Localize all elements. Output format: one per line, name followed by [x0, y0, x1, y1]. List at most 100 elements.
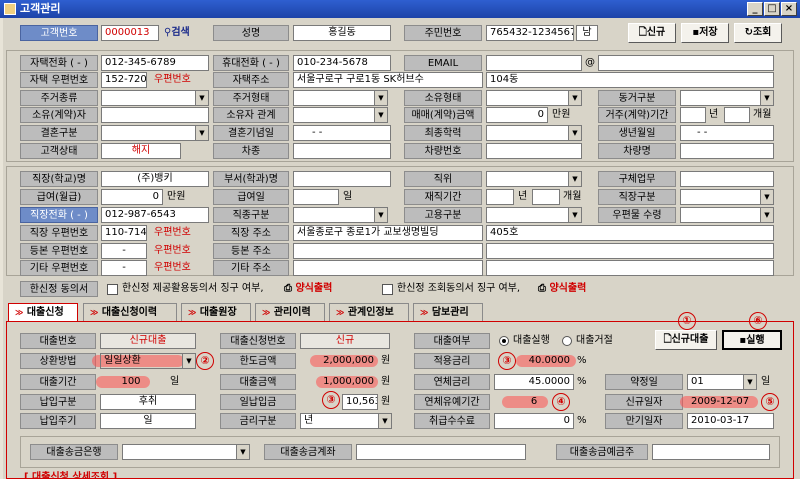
residence-month-field[interactable] — [724, 107, 750, 123]
close-button[interactable]: × — [781, 2, 797, 16]
consent-check-2[interactable] — [382, 284, 393, 295]
amount-field[interactable]: 1,000,000 — [300, 374, 378, 390]
name-field[interactable]: 홍길동 — [293, 25, 391, 41]
home-addr2-field[interactable]: 104동 — [486, 72, 774, 88]
consent-check-1[interactable] — [107, 284, 118, 295]
etc-zip-field[interactable]: - — [101, 260, 147, 276]
rate-type-select[interactable]: 년 ▼ — [300, 413, 392, 429]
chevron-down-icon: ▼ — [568, 126, 581, 140]
remit-holder-field[interactable] — [652, 444, 770, 460]
ownership-select[interactable]: ▼ — [486, 90, 582, 106]
position-select[interactable]: ▼ — [486, 171, 582, 187]
payday-field[interactable] — [293, 189, 339, 205]
tab-loan-application[interactable]: ≫ 대출신청 — [8, 303, 78, 322]
fee-field[interactable]: 0 — [494, 413, 574, 429]
contract-amt-field[interactable]: 0 — [486, 107, 548, 123]
etc-zip-button[interactable]: 우편번호 — [154, 260, 191, 276]
owner-rel-select[interactable]: ▼ — [293, 107, 388, 123]
etc-addr2-field[interactable] — [486, 260, 774, 276]
maximize-button[interactable]: □ — [764, 2, 780, 16]
tenure-month-field[interactable] — [532, 189, 560, 205]
tab-collateral[interactable]: ≫ 담보관리 — [413, 303, 483, 322]
search-button[interactable]: ⚲검색 — [164, 25, 190, 41]
amount-unit: 원 — [381, 376, 391, 387]
company-field[interactable]: (주)뱅키 — [101, 171, 209, 187]
dept-field[interactable] — [293, 171, 391, 187]
job-type-select[interactable]: ▼ — [680, 189, 774, 205]
residence-form-label: 주거형태 — [213, 90, 289, 106]
gender-field[interactable]: 남 — [576, 25, 598, 41]
execute-button[interactable]: ▪실행 — [722, 330, 782, 350]
home-zip-label: 자택 우편번호 — [20, 72, 98, 88]
marital-select[interactable]: ▼ — [101, 125, 209, 141]
home-zip-field[interactable]: 152-720 — [101, 72, 147, 88]
reg-zip-button[interactable]: 우편번호 — [154, 243, 191, 259]
owner-field[interactable] — [101, 107, 209, 123]
daily-pay-field[interactable]: 10,563 — [342, 394, 378, 410]
annotation-1: ① — [678, 312, 696, 330]
period-label: 대출기간 — [20, 374, 96, 390]
new-button[interactable]: 🗋신규 — [628, 23, 676, 43]
residence-year-field[interactable] — [680, 107, 706, 123]
pay-cycle-field[interactable]: 일 — [100, 413, 196, 429]
tenure-year-field[interactable] — [486, 189, 514, 205]
tab-loan-ledger[interactable]: ≫ 대출원장 — [181, 303, 251, 322]
mail-recv-select[interactable]: ▼ — [680, 207, 774, 223]
app-no-label: 대출신청번호 — [220, 333, 296, 349]
reg-addr-field[interactable] — [293, 243, 483, 259]
overdue-rate-field[interactable]: 45.0000 — [494, 374, 574, 390]
tab-related-persons[interactable]: ≫ 관계인정보 — [329, 303, 409, 322]
customer-no-field[interactable]: 0000013 — [101, 25, 159, 41]
car-type-field[interactable] — [293, 143, 391, 159]
work-addr2-field[interactable]: 405호 — [486, 225, 774, 241]
home-phone-field[interactable]: 012-345-6789 — [101, 55, 209, 71]
home-addr-field[interactable]: 서울구로구 구로1동 SK허브수 — [293, 72, 483, 88]
residence-form-select[interactable]: ▼ — [293, 90, 388, 106]
car-no-field[interactable] — [486, 143, 582, 159]
exec-radio[interactable] — [499, 336, 509, 346]
status-field[interactable]: 해지 — [101, 143, 181, 159]
print-form-button-1[interactable]: ⎙ 양식출력 — [284, 281, 332, 297]
birthday-field[interactable]: - - — [680, 125, 774, 141]
pay-type-field[interactable]: 후취 — [100, 394, 196, 410]
home-zip-button[interactable]: 우편번호 — [154, 72, 191, 88]
etc-zip-label: 기타 우편번호 — [20, 260, 98, 276]
limit-field[interactable]: 2,000,000 — [300, 353, 378, 369]
reject-radio[interactable] — [562, 336, 572, 346]
save-button[interactable]: ▪저장 — [681, 23, 729, 43]
employ-select[interactable]: ▼ — [486, 207, 582, 223]
tab-loan-history[interactable]: ≫ 대출신청이력 — [83, 303, 177, 322]
minimize-button[interactable]: _ — [747, 2, 763, 16]
query-button[interactable]: ↻조회 — [734, 23, 782, 43]
new-date-field[interactable]: 2009-12-07 — [687, 394, 757, 410]
remit-account-field[interactable] — [356, 444, 526, 460]
repay-select[interactable]: 일일상환 ▼ — [100, 353, 196, 369]
work-zip-button[interactable]: 우편번호 — [154, 225, 191, 241]
anniversary-field[interactable]: - - — [293, 125, 391, 141]
cohabit-select[interactable]: ▼ — [680, 90, 774, 106]
period-field[interactable]: 100 — [100, 374, 162, 390]
work-zip-field[interactable]: 110-714 — [101, 225, 147, 241]
salary-field[interactable]: 0 — [101, 189, 163, 205]
reg-zip-field[interactable]: - — [101, 243, 147, 259]
duty-field[interactable] — [680, 171, 774, 187]
work-phone-field[interactable]: 012-987-6543 — [101, 207, 209, 223]
new-loan-button[interactable]: 🗋신규대출 — [655, 330, 717, 350]
etc-addr-field[interactable] — [293, 260, 483, 276]
maturity-field[interactable]: 2010-03-17 — [687, 413, 774, 429]
residence-type-select[interactable]: ▼ — [101, 90, 209, 106]
job-class-select[interactable]: ▼ — [293, 207, 388, 223]
mobile-field[interactable]: 010-234-5678 — [293, 55, 391, 71]
car-name-field[interactable] — [680, 143, 774, 159]
education-select[interactable]: ▼ — [486, 125, 582, 141]
email-domain-field[interactable] — [598, 55, 774, 71]
print-form-button-2[interactable]: ⎙ 양식출력 — [538, 281, 586, 297]
work-addr-field[interactable]: 서울종로구 종로1가 교보생명빌딩 — [293, 225, 483, 241]
email-user-field[interactable] — [486, 55, 582, 71]
tab-manage-history[interactable]: ≫ 관리이력 — [255, 303, 325, 322]
agree-day-label: 약정일 — [605, 374, 683, 390]
remit-bank-select[interactable]: ▼ — [122, 444, 250, 460]
agree-day-select[interactable]: 01 ▼ — [687, 374, 757, 390]
rrn-field[interactable]: 765432-1234567 — [486, 25, 574, 41]
reg-addr2-field[interactable] — [486, 243, 774, 259]
